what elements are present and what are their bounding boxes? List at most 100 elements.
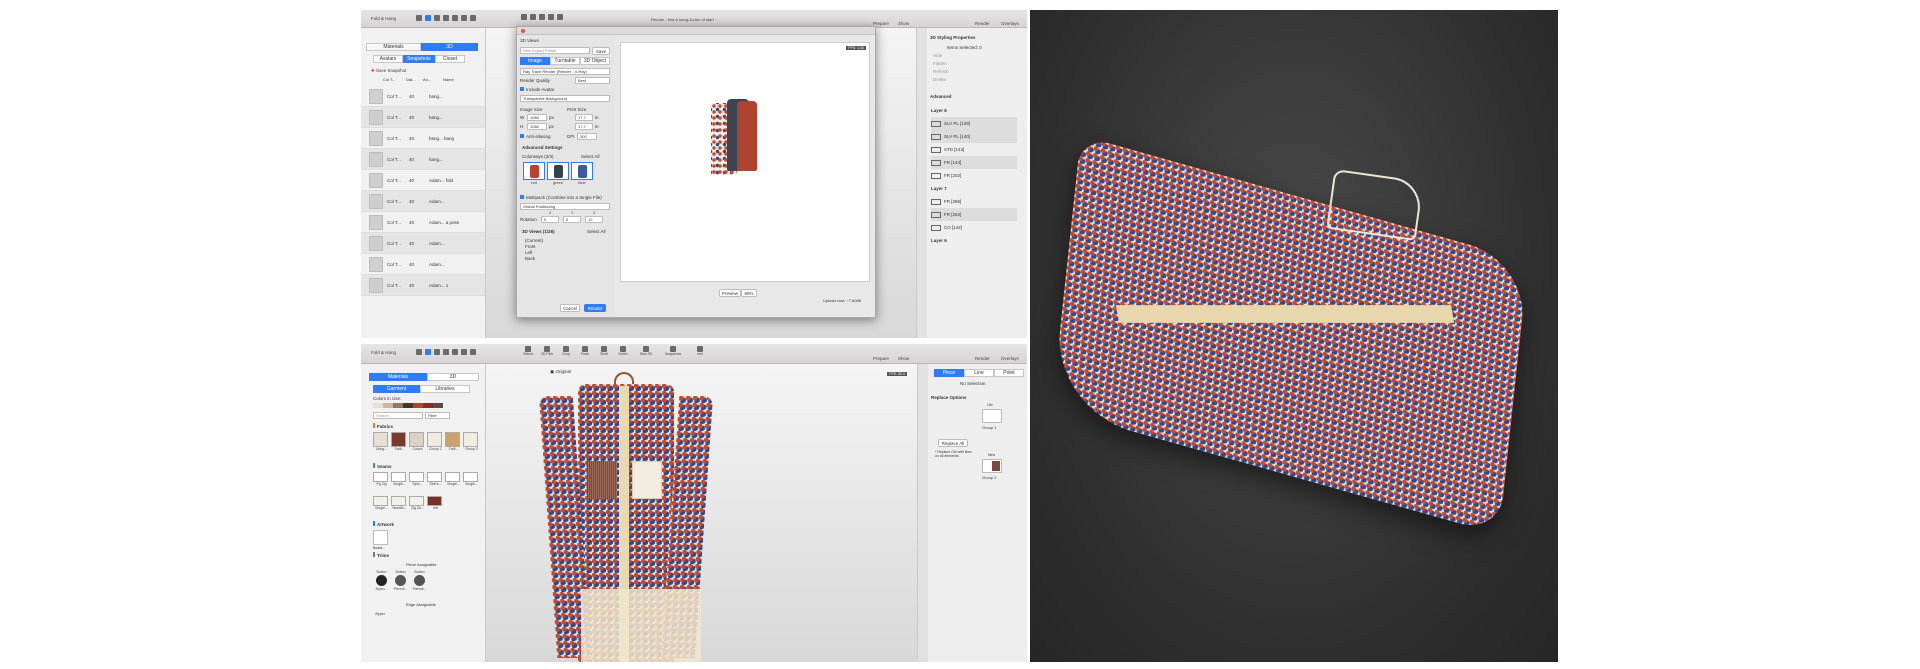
snapshot-thumbnail[interactable] — [369, 151, 383, 167]
snapshot-row[interactable]: Col T... 40 Adam... — [361, 233, 485, 254]
height-input[interactable]: 1080 — [527, 123, 547, 130]
display-mode-select[interactable]: ▣ Original — [550, 369, 571, 375]
seam-item[interactable]: Single... — [445, 472, 462, 494]
tab-3d-object[interactable]: 3D Object — [580, 57, 610, 65]
select-all-views[interactable]: Select All — [587, 229, 606, 234]
overlays-button[interactable]: Overlays — [1001, 356, 1019, 361]
snapshot-thumbnail[interactable] — [369, 172, 383, 188]
render-quality-select[interactable]: Best — [575, 77, 610, 84]
snapshot-thumbnail[interactable] — [369, 277, 383, 293]
color-chip[interactable] — [433, 403, 443, 408]
col-header[interactable]: Name — [443, 77, 454, 82]
color-chip[interactable] — [373, 403, 383, 408]
snapshot-thumbnail[interactable] — [369, 88, 383, 104]
move-tool-icon[interactable] — [530, 14, 536, 20]
seam-item-thumbnail[interactable] — [427, 472, 442, 482]
view-back[interactable]: Back — [525, 256, 535, 261]
fabric-item[interactable]: Group 1 — [427, 432, 444, 458]
select-all-colorways[interactable]: Select All — [581, 154, 600, 159]
positioning-select[interactable]: Global Positioning — [520, 203, 610, 210]
view-current[interactable]: (Current) — [525, 238, 543, 243]
stitch-item-thumbnail[interactable] — [391, 496, 406, 506]
seam-item-thumbnail[interactable] — [445, 472, 460, 482]
toolbar-tool[interactable]: Sew 3D — [635, 346, 657, 356]
home-icon[interactable] — [416, 15, 422, 21]
project-selector[interactable]: Fold & Hang — [371, 16, 396, 21]
snapshot-row[interactable]: Col T... 40 hang... — [361, 86, 485, 107]
show-button[interactable]: Show — [898, 21, 909, 26]
option-flatten[interactable]: Flatten — [933, 61, 947, 66]
preview-button[interactable]: Preview — [719, 289, 741, 297]
snapshot-row[interactable]: Col T... 40 Adam... a pose — [361, 212, 485, 233]
fabric-item-thumbnail[interactable] — [373, 432, 388, 447]
toolbar-tool[interactable]: 3D Pick — [540, 346, 554, 356]
snapshot-row[interactable]: Col T... 40 Adam... — [361, 191, 485, 212]
tab-turntable[interactable]: Turntable — [550, 57, 580, 65]
cancel-button[interactable]: Cancel — [560, 304, 580, 312]
seam-item[interactable]: Single... — [391, 472, 408, 494]
layer-item[interactable]: FR [263] — [931, 208, 1017, 221]
toolbar-tool[interactable]: Shell — [597, 346, 611, 356]
layer-item[interactable]: CO [142] — [931, 221, 1017, 234]
tab-avatars[interactable]: Avatars — [373, 55, 403, 63]
snapshot-row[interactable]: Col T... 40 hang... hang — [361, 128, 485, 149]
toolbar-tool[interactable]: Select — [521, 346, 535, 356]
save-icon[interactable] — [434, 15, 440, 21]
pin-tool-icon[interactable] — [548, 14, 554, 20]
redo-icon[interactable] — [452, 349, 458, 355]
search-input[interactable]: Search — [373, 412, 423, 419]
fabric-item[interactable]: Twill... — [445, 432, 462, 458]
fabric-item-thumbnail[interactable] — [409, 432, 424, 447]
camera-icon[interactable] — [461, 349, 467, 355]
seam-item-thumbnail[interactable] — [463, 472, 478, 482]
colorway-thumbnail[interactable] — [571, 162, 593, 180]
snapshot-thumbnail[interactable] — [369, 193, 383, 209]
seam-item[interactable]: Nylo... — [409, 472, 426, 494]
dpi-input[interactable]: 300 — [577, 133, 597, 140]
overlays-button[interactable]: Overlays — [1001, 21, 1019, 26]
snapshot-thumbnail[interactable] — [369, 109, 383, 125]
layer-item[interactable]: SLV PL [139] — [931, 117, 1017, 130]
antialias-checkbox[interactable]: Anti-aliasing — [520, 134, 551, 139]
toolbar-tool[interactable]: Drop — [559, 346, 573, 356]
select-tool-icon[interactable] — [521, 14, 527, 20]
tab-libraries[interactable]: Libraries — [420, 385, 470, 393]
view-front[interactable]: Front — [525, 244, 536, 249]
show-button[interactable]: Show — [898, 356, 909, 361]
toolbar-tool[interactable]: Snapshots — [662, 346, 684, 356]
rotation-z-input[interactable]: 12 — [585, 216, 603, 223]
folder-icon[interactable] — [425, 15, 431, 21]
tab-3d[interactable]: 3D — [421, 43, 478, 51]
button-trim-thumbnail[interactable] — [414, 575, 425, 586]
layer-group[interactable]: Layer 7 — [931, 182, 1017, 195]
shirt-right-pocket[interactable] — [632, 461, 662, 499]
seam-item-thumbnail[interactable] — [373, 472, 388, 482]
col-header[interactable]: An... — [423, 77, 431, 82]
tab-line[interactable]: Line — [964, 369, 994, 377]
fabric-item-thumbnail[interactable] — [445, 432, 460, 447]
snapshot-row[interactable]: Col T... 40 Adam... 1 — [361, 275, 485, 296]
rotation-y-input[interactable]: 0 — [563, 216, 581, 223]
advanced-settings-toggle[interactable]: Advanced Settings — [522, 145, 563, 150]
snapshot-thumbnail[interactable] — [369, 256, 383, 272]
layer-item[interactable]: FR [144] — [931, 156, 1017, 169]
snapshot-row[interactable]: Col T... 40 hang... — [361, 149, 485, 170]
tab-materials[interactable]: Materials — [366, 43, 421, 51]
fabric-item-thumbnail[interactable] — [391, 432, 406, 447]
color-chip[interactable] — [403, 403, 413, 408]
undo-icon[interactable] — [443, 15, 449, 21]
tab-materials[interactable]: Materials — [369, 373, 427, 381]
fabric-item[interactable]: Twill... — [391, 432, 408, 458]
colorway-item[interactable]: red — [523, 162, 545, 185]
fold-tool-icon[interactable] — [539, 14, 545, 20]
camera-icon[interactable] — [461, 15, 467, 21]
tab-3d[interactable]: 3D — [427, 373, 479, 381]
tab-garment[interactable]: Garment — [373, 385, 420, 393]
close-icon[interactable] — [521, 29, 525, 33]
seam-item[interactable]: Single... — [463, 472, 480, 494]
background-select[interactable]: Transparent Background — [520, 95, 610, 102]
fabric-item-thumbnail[interactable] — [427, 432, 442, 447]
home-icon[interactable] — [416, 349, 422, 355]
layer-item[interactable]: FR [202] — [931, 169, 1017, 182]
advanced-section[interactable]: Advanced — [930, 94, 952, 99]
